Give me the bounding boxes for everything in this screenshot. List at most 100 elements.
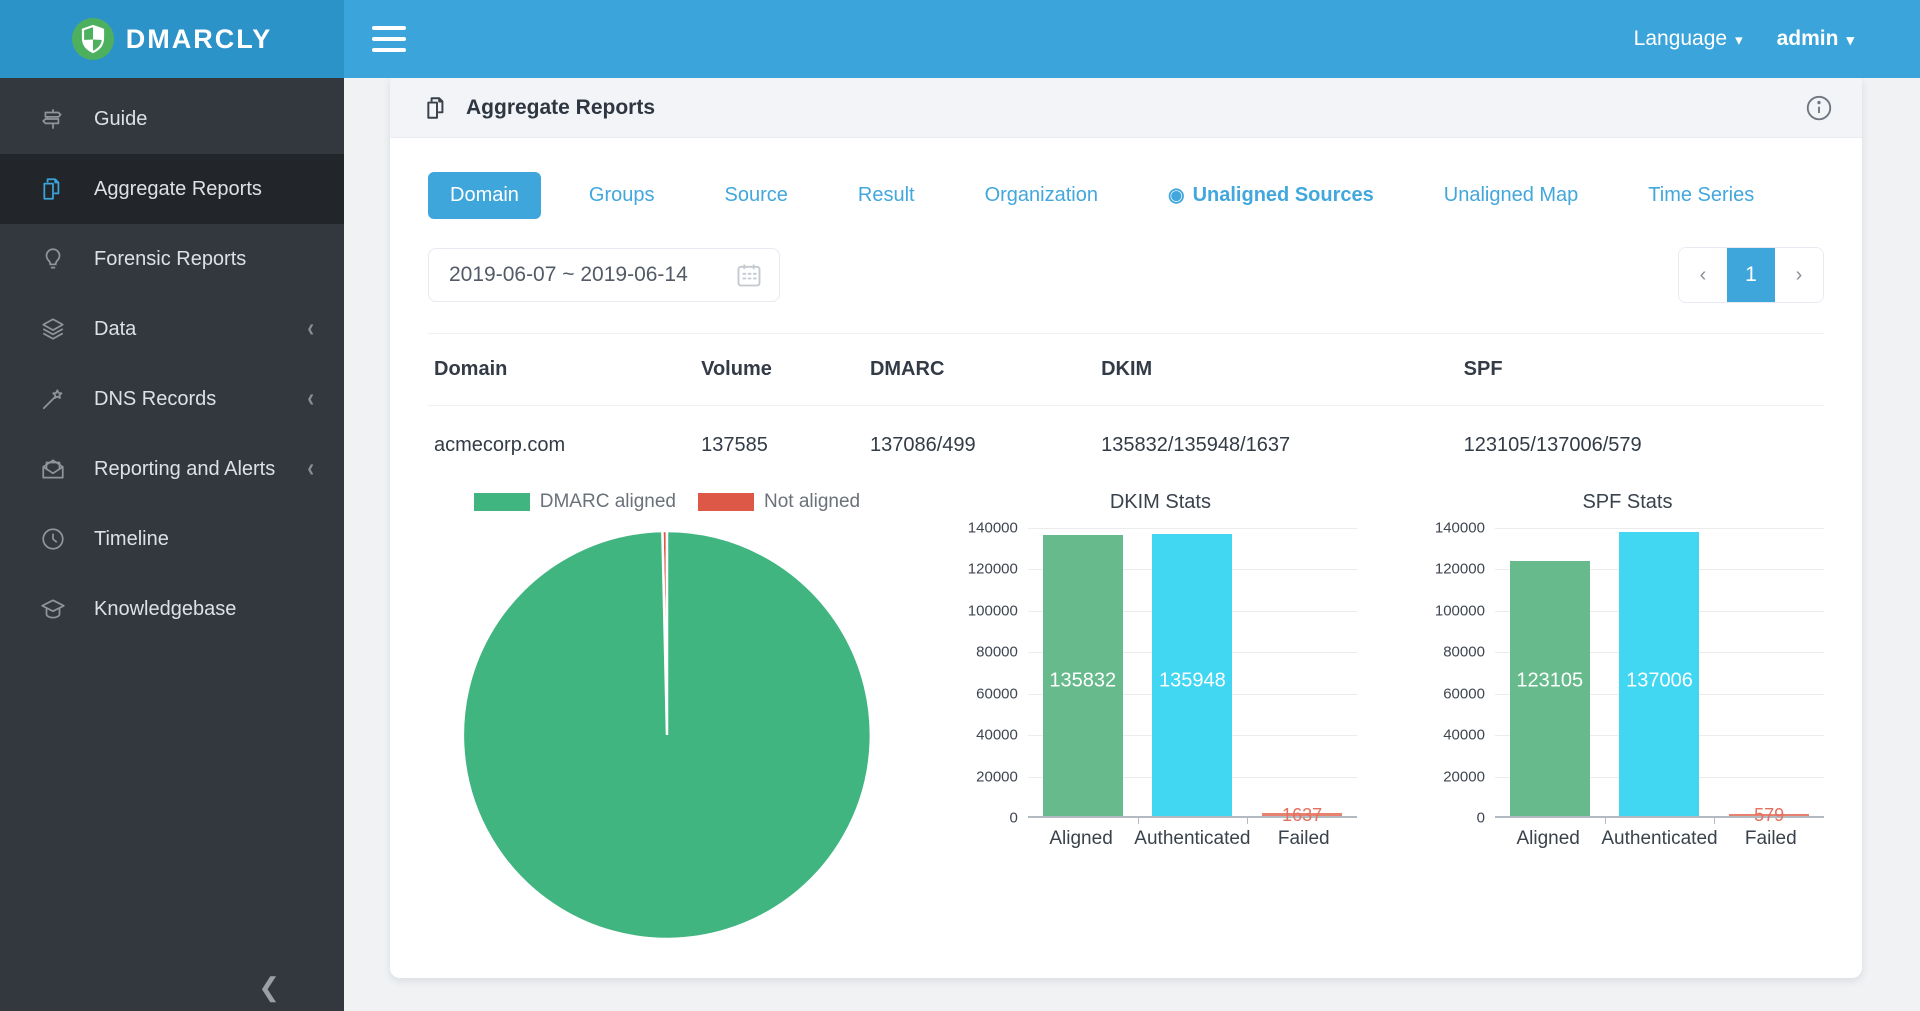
y-axis-tick-label: 40000 xyxy=(976,727,1018,744)
cell-volume: 137585 xyxy=(701,406,870,467)
tab-groups[interactable]: Groups xyxy=(567,172,677,219)
pagination-prev-button[interactable]: ‹ xyxy=(1679,248,1727,302)
sidebar-item-guide[interactable]: Guide xyxy=(0,84,344,154)
signpost-icon xyxy=(38,104,68,134)
y-axis-tick-label: 60000 xyxy=(976,685,1018,702)
chart-title: SPF Stats xyxy=(1431,491,1824,514)
chevron-down-icon: ▾ xyxy=(1735,31,1743,49)
report-tabs: Domain Groups Source Result Organization… xyxy=(428,172,1824,219)
brand-logo[interactable]: DMARCLY xyxy=(0,0,344,78)
x-axis-category-label: Failed xyxy=(1718,828,1824,850)
legend-swatch-icon xyxy=(474,493,530,511)
sidebar-item-dns-records[interactable]: DNS Records ‹ xyxy=(0,364,344,434)
chevron-down-icon: ▾ xyxy=(1846,31,1854,49)
documents-icon xyxy=(38,174,68,204)
tab-time-series[interactable]: Time Series xyxy=(1626,172,1776,219)
chart-title: DKIM Stats xyxy=(964,491,1357,514)
hamburger-icon[interactable] xyxy=(372,26,406,52)
dmarc-alignment-pie-chart: DMARC aligned Not aligned xyxy=(436,491,898,952)
y-axis-tick-label: 100000 xyxy=(968,602,1018,619)
column-header-dmarc: DMARC xyxy=(870,334,1101,405)
sidebar-item-aggregate-reports[interactable]: Aggregate Reports xyxy=(0,154,344,224)
sidebar-item-label: Guide xyxy=(94,108,314,131)
sidebar: Guide Aggregate Reports Forensic Reports… xyxy=(0,78,344,1011)
x-axis-category-label: Aligned xyxy=(1028,828,1134,850)
legend-item: Not aligned xyxy=(698,491,860,513)
sidebar-item-label: Forensic Reports xyxy=(94,248,314,271)
cell-domain: acmecorp.com xyxy=(434,406,701,467)
y-axis-tick-label: 120000 xyxy=(968,561,1018,578)
pie-canvas xyxy=(436,519,898,952)
y-axis-tick-label: 140000 xyxy=(968,520,1018,537)
brand-name: DMARCLY xyxy=(126,24,273,55)
pagination-page-1[interactable]: 1 xyxy=(1727,248,1775,302)
sidebar-item-data[interactable]: Data ‹ xyxy=(0,294,344,364)
x-axis-category-label: Aligned xyxy=(1495,828,1601,850)
x-axis-category-label: Failed xyxy=(1251,828,1357,850)
main-content: Aggregate Reports Domain Groups Source R… xyxy=(344,78,1920,1011)
lightbulb-icon xyxy=(38,244,68,274)
y-axis-tick-label: 120000 xyxy=(1435,561,1485,578)
calendar-icon xyxy=(735,261,763,289)
tab-unaligned-sources[interactable]: ◉ Unaligned Sources xyxy=(1146,172,1396,219)
column-header-spf: SPF xyxy=(1464,334,1818,405)
y-axis-tick-label: 80000 xyxy=(976,644,1018,661)
sidebar-item-forensic-reports[interactable]: Forensic Reports xyxy=(0,224,344,294)
y-axis-tick-label: 100000 xyxy=(1435,602,1485,619)
tab-label: Unaligned Sources xyxy=(1193,184,1374,207)
clock-icon xyxy=(38,524,68,554)
sidebar-collapse-button[interactable]: ❮ xyxy=(258,972,280,1003)
column-header-volume: Volume xyxy=(701,334,870,405)
aggregate-reports-card: Aggregate Reports Domain Groups Source R… xyxy=(390,78,1862,978)
chevron-left-icon: ‹ xyxy=(307,314,314,344)
tab-source[interactable]: Source xyxy=(703,172,810,219)
sidebar-item-timeline[interactable]: Timeline xyxy=(0,504,344,574)
card-header: Aggregate Reports xyxy=(390,78,1862,138)
y-axis-tick-label: 0 xyxy=(1010,810,1018,827)
bar-value-label: 1637 xyxy=(1282,805,1322,826)
table-header-row: Domain Volume DMARC DKIM SPF xyxy=(428,333,1824,406)
column-header-domain: Domain xyxy=(434,334,701,405)
bar-value-label: 135948 xyxy=(1159,669,1226,692)
sidebar-item-knowledgebase[interactable]: Knowledgebase xyxy=(0,574,344,644)
y-axis-tick-label: 40000 xyxy=(1443,727,1485,744)
cell-dkim: 135832/135948/1637 xyxy=(1101,406,1464,467)
pagination: ‹ 1 › xyxy=(1678,247,1824,303)
spf-stats-chart: SPF Stats0200004000060000800001000001200… xyxy=(1431,491,1824,952)
tab-domain[interactable]: Domain xyxy=(428,172,541,219)
x-axis-category-label: Authenticated xyxy=(1134,828,1250,850)
documents-icon xyxy=(424,95,450,121)
pie-legend: DMARC aligned Not aligned xyxy=(436,491,898,513)
sidebar-item-label: Data xyxy=(94,318,307,341)
domain-stats-table: Domain Volume DMARC DKIM SPF acmecorp.co… xyxy=(428,333,1824,467)
sidebar-item-label: Reporting and Alerts xyxy=(94,458,307,481)
tab-unaligned-map[interactable]: Unaligned Map xyxy=(1422,172,1601,219)
target-icon: ◉ xyxy=(1168,186,1185,205)
cell-dmarc: 137086/499 xyxy=(870,406,1101,467)
y-axis-tick-label: 20000 xyxy=(1443,768,1485,785)
legend-swatch-icon xyxy=(698,493,754,511)
sidebar-item-label: Knowledgebase xyxy=(94,598,314,621)
pagination-next-button[interactable]: › xyxy=(1775,248,1823,302)
bar-value-label: 123105 xyxy=(1516,669,1583,692)
cell-spf: 123105/137006/579 xyxy=(1464,406,1818,467)
page-title: Aggregate Reports xyxy=(466,96,655,120)
y-axis-tick-label: 60000 xyxy=(1443,685,1485,702)
y-axis-tick-label: 80000 xyxy=(1443,644,1485,661)
bar-value-label: 137006 xyxy=(1626,669,1693,692)
y-axis-tick-label: 140000 xyxy=(1435,520,1485,537)
info-circle-icon[interactable] xyxy=(1804,93,1834,123)
tab-result[interactable]: Result xyxy=(836,172,937,219)
sidebar-item-reporting-and-alerts[interactable]: Reporting and Alerts ‹ xyxy=(0,434,344,504)
tab-organization[interactable]: Organization xyxy=(963,172,1120,219)
date-range-picker[interactable]: 2019-06-07 ~ 2019-06-14 xyxy=(428,248,780,302)
chevron-left-icon: ‹ xyxy=(307,454,314,484)
language-dropdown[interactable]: Language ▾ xyxy=(1634,27,1743,51)
magic-wand-icon xyxy=(38,384,68,414)
user-dropdown[interactable]: admin ▾ xyxy=(1777,27,1854,51)
sidebar-item-label: Timeline xyxy=(94,528,314,551)
graduation-cap-icon xyxy=(38,594,68,624)
bar-value-label: 579 xyxy=(1754,805,1784,826)
legend-item: DMARC aligned xyxy=(474,491,676,513)
x-axis-category-label: Authenticated xyxy=(1601,828,1717,850)
